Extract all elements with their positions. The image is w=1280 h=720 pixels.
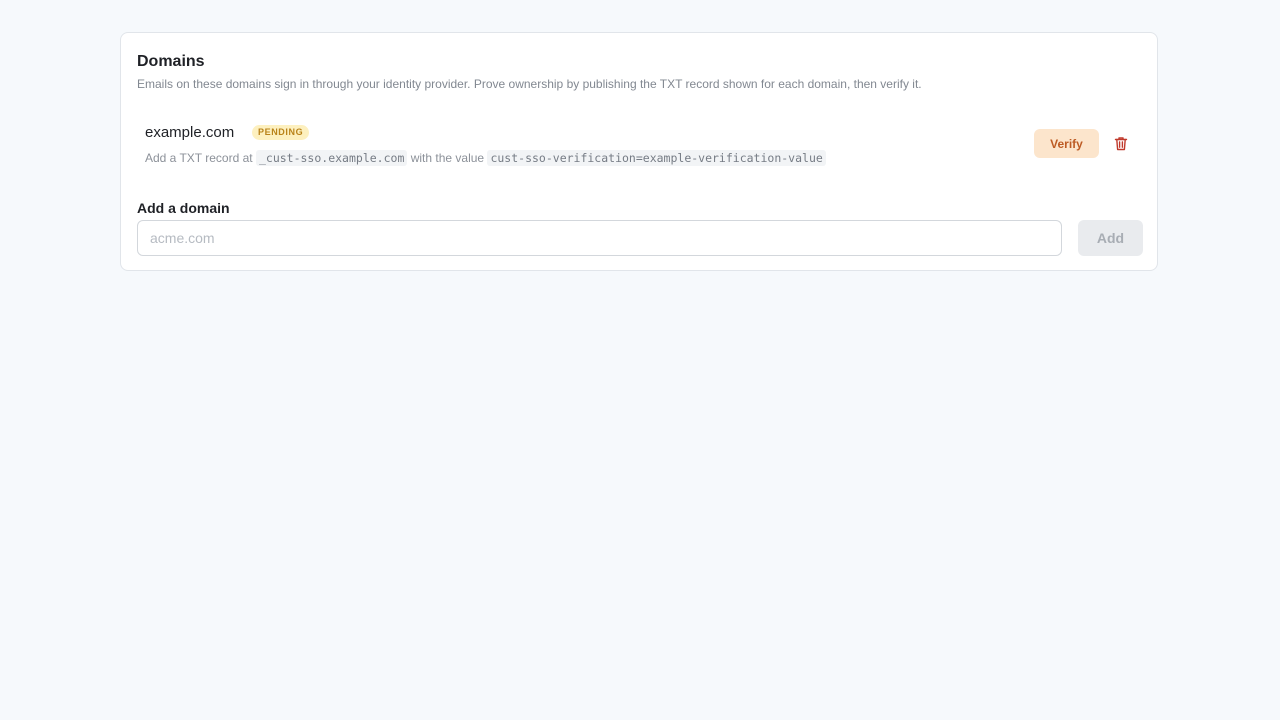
instruction-prefix: Add a TXT record at <box>145 151 253 165</box>
section-title: Domains <box>137 53 205 70</box>
domain-row: example.com PENDING Add a TXT record at … <box>137 115 1143 171</box>
txt-record-instruction: Add a TXT record at _cust-sso.example.co… <box>145 149 826 167</box>
domains-card: Domains Emails on these domains sign in … <box>120 32 1158 271</box>
record-host: _cust-sso.example.com <box>255 150 408 166</box>
trash-icon <box>1114 136 1128 150</box>
domain-name: example.com <box>145 124 235 141</box>
section-description: Emails on these domains sign in through … <box>137 77 922 91</box>
delete-domain-button[interactable] <box>1111 133 1131 153</box>
add-domain-input[interactable] <box>137 220 1062 256</box>
verify-button[interactable]: Verify <box>1034 129 1099 158</box>
status-badge: PENDING <box>252 125 310 140</box>
instruction-middle: with the value <box>410 151 485 165</box>
record-value: cust-sso-verification=example-verificati… <box>487 150 826 166</box>
add-domain-button[interactable]: Add <box>1078 220 1143 256</box>
add-domain-label: Add a domain <box>137 200 230 216</box>
